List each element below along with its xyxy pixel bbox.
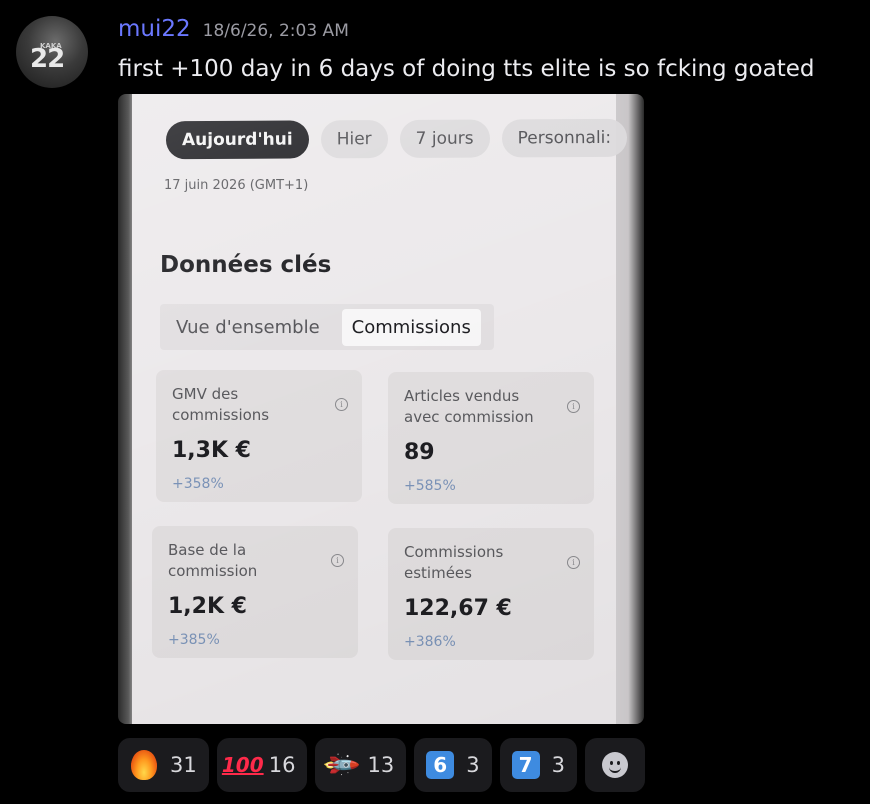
reaction-count: 16 (268, 753, 296, 777)
reaction-fire[interactable]: 31 (118, 738, 209, 792)
reaction-count: 13 (367, 753, 395, 777)
smiley-add-reaction-icon (601, 752, 628, 778)
metric-card-commission-base: Base de la commission i 1,2K € +385% (152, 526, 358, 658)
hundred-points-icon: 100 (221, 753, 264, 777)
reaction-count: 3 (466, 753, 480, 777)
metric-change: +585% (404, 478, 456, 494)
username[interactable]: mui22 (118, 16, 191, 42)
fire-icon (130, 750, 158, 780)
reaction-bar: 31 100 16 🚀 13 6 3 7 3 (118, 738, 645, 792)
info-icon: i (567, 556, 580, 569)
metric-change: +385% (168, 632, 220, 648)
message-text: first +100 day in 6 days of doing tts el… (118, 56, 815, 82)
section-title: Données clés (160, 252, 332, 278)
reaction-hundred[interactable]: 100 16 (216, 738, 308, 792)
metric-label: Base de la commission (168, 541, 258, 580)
keycap-six-icon: 6 (426, 751, 455, 779)
metric-value: 1,3K € (172, 438, 251, 463)
metric-label: Articles vendus avec commission (404, 387, 534, 426)
message-header: mui22 18/6/26, 2:03 AM (118, 16, 349, 42)
segmented-control: Vue d'ensemble Commissions (160, 304, 494, 350)
segment-commissions: Commissions (341, 308, 481, 346)
info-icon: i (331, 554, 344, 567)
message-timestamp[interactable]: 18/6/26, 2:03 AM (203, 21, 349, 41)
phone-screen: Aujourd'hui Hier 7 jours Personnali: 17 … (132, 94, 628, 724)
metric-card-articles-sold: Articles vendus avec commission i 89 +58… (388, 372, 594, 504)
tab-yesterday: Hier (320, 120, 388, 159)
reaction-keycap-six[interactable]: 6 3 (414, 738, 492, 792)
metric-value: 1,2K € (168, 594, 247, 619)
metric-card-gmv: GMV des commissions i 1,3K € +358% (156, 370, 362, 502)
segment-overview: Vue d'ensemble (176, 316, 320, 338)
add-reaction-button[interactable] (584, 738, 645, 792)
user-avatar[interactable]: KAKA 22 (16, 16, 88, 88)
metric-label: GMV des commissions (172, 385, 270, 424)
metric-value: 89 (404, 440, 435, 465)
reaction-rocket[interactable]: 🚀 13 (315, 738, 407, 792)
metric-card-estimated-commissions: Commissions estimées i 122,67 € +386% (388, 528, 594, 660)
info-icon: i (335, 398, 348, 411)
keycap-seven-icon: 7 (511, 751, 540, 779)
tab-7-days: 7 jours (399, 119, 490, 158)
reaction-keycap-seven[interactable]: 7 3 (499, 738, 577, 792)
info-icon: i (567, 400, 580, 413)
rocket-icon: 🚀 (321, 744, 362, 786)
metric-change: +386% (404, 634, 456, 650)
metric-value: 122,67 € (404, 596, 512, 621)
reaction-count: 3 (551, 753, 565, 777)
image-attachment[interactable]: Aujourd'hui Hier 7 jours Personnali: 17 … (118, 94, 644, 724)
date-range-tabs: Aujourd'hui Hier 7 jours Personnali: (165, 118, 628, 160)
chat-message: KAKA 22 mui22 18/6/26, 2:03 AM first +10… (0, 0, 870, 804)
avatar-jersey-number: 22 (30, 44, 65, 74)
tab-custom: Personnali: (501, 118, 628, 158)
date-label: 17 juin 2026 (GMT+1) (164, 178, 309, 193)
tab-today: Aujourd'hui (165, 120, 309, 160)
metric-change: +358% (172, 476, 224, 492)
reaction-count: 31 (170, 753, 197, 777)
metric-label: Commissions estimées (404, 543, 504, 582)
